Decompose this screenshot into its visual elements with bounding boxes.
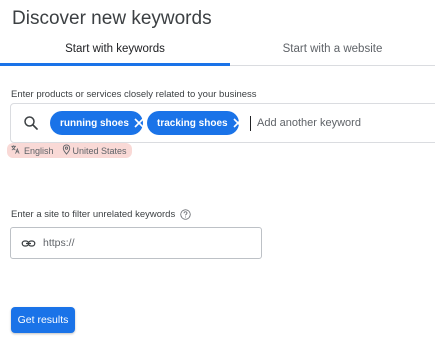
tab-start-with-website[interactable]: Start with a website	[230, 32, 435, 66]
site-url-input[interactable]	[43, 234, 253, 252]
keywords-label: Enter products or services closely relat…	[11, 89, 257, 100]
page-title: Discover new keywords	[12, 8, 212, 29]
text-caret	[250, 116, 251, 131]
translate-icon	[10, 144, 21, 157]
location-label: United States	[72, 145, 127, 156]
active-tab-indicator	[0, 63, 230, 66]
filter-label: Enter a site to filter unrelated keyword…	[11, 208, 176, 220]
tab-bar: Start with keywords Start with a website	[0, 32, 435, 66]
link-icon	[21, 236, 36, 251]
locale-settings[interactable]: English United States	[7, 143, 132, 158]
keyword-chip-label: running shoes	[60, 117, 129, 129]
language-label: English	[24, 145, 54, 156]
keyword-input-box[interactable]: running shoes tracking shoes	[10, 103, 435, 143]
help-icon[interactable]	[180, 208, 191, 220]
close-icon[interactable]	[233, 115, 243, 131]
keyword-chip[interactable]: tracking shoes	[147, 111, 243, 135]
filter-label-row: Enter a site to filter unrelated keyword…	[11, 207, 191, 221]
site-filter-box[interactable]	[10, 227, 262, 259]
get-results-button[interactable]: Get results	[11, 307, 75, 333]
tab-start-with-keywords[interactable]: Start with keywords	[0, 32, 230, 66]
keyword-chip[interactable]: running shoes	[50, 111, 144, 135]
keyword-chip-label: tracking shoes	[157, 117, 228, 129]
add-keyword-input[interactable]	[257, 112, 435, 134]
tabs-divider	[230, 65, 435, 66]
close-icon[interactable]	[134, 115, 144, 131]
location-pin-icon	[62, 144, 71, 157]
search-icon	[22, 114, 40, 132]
